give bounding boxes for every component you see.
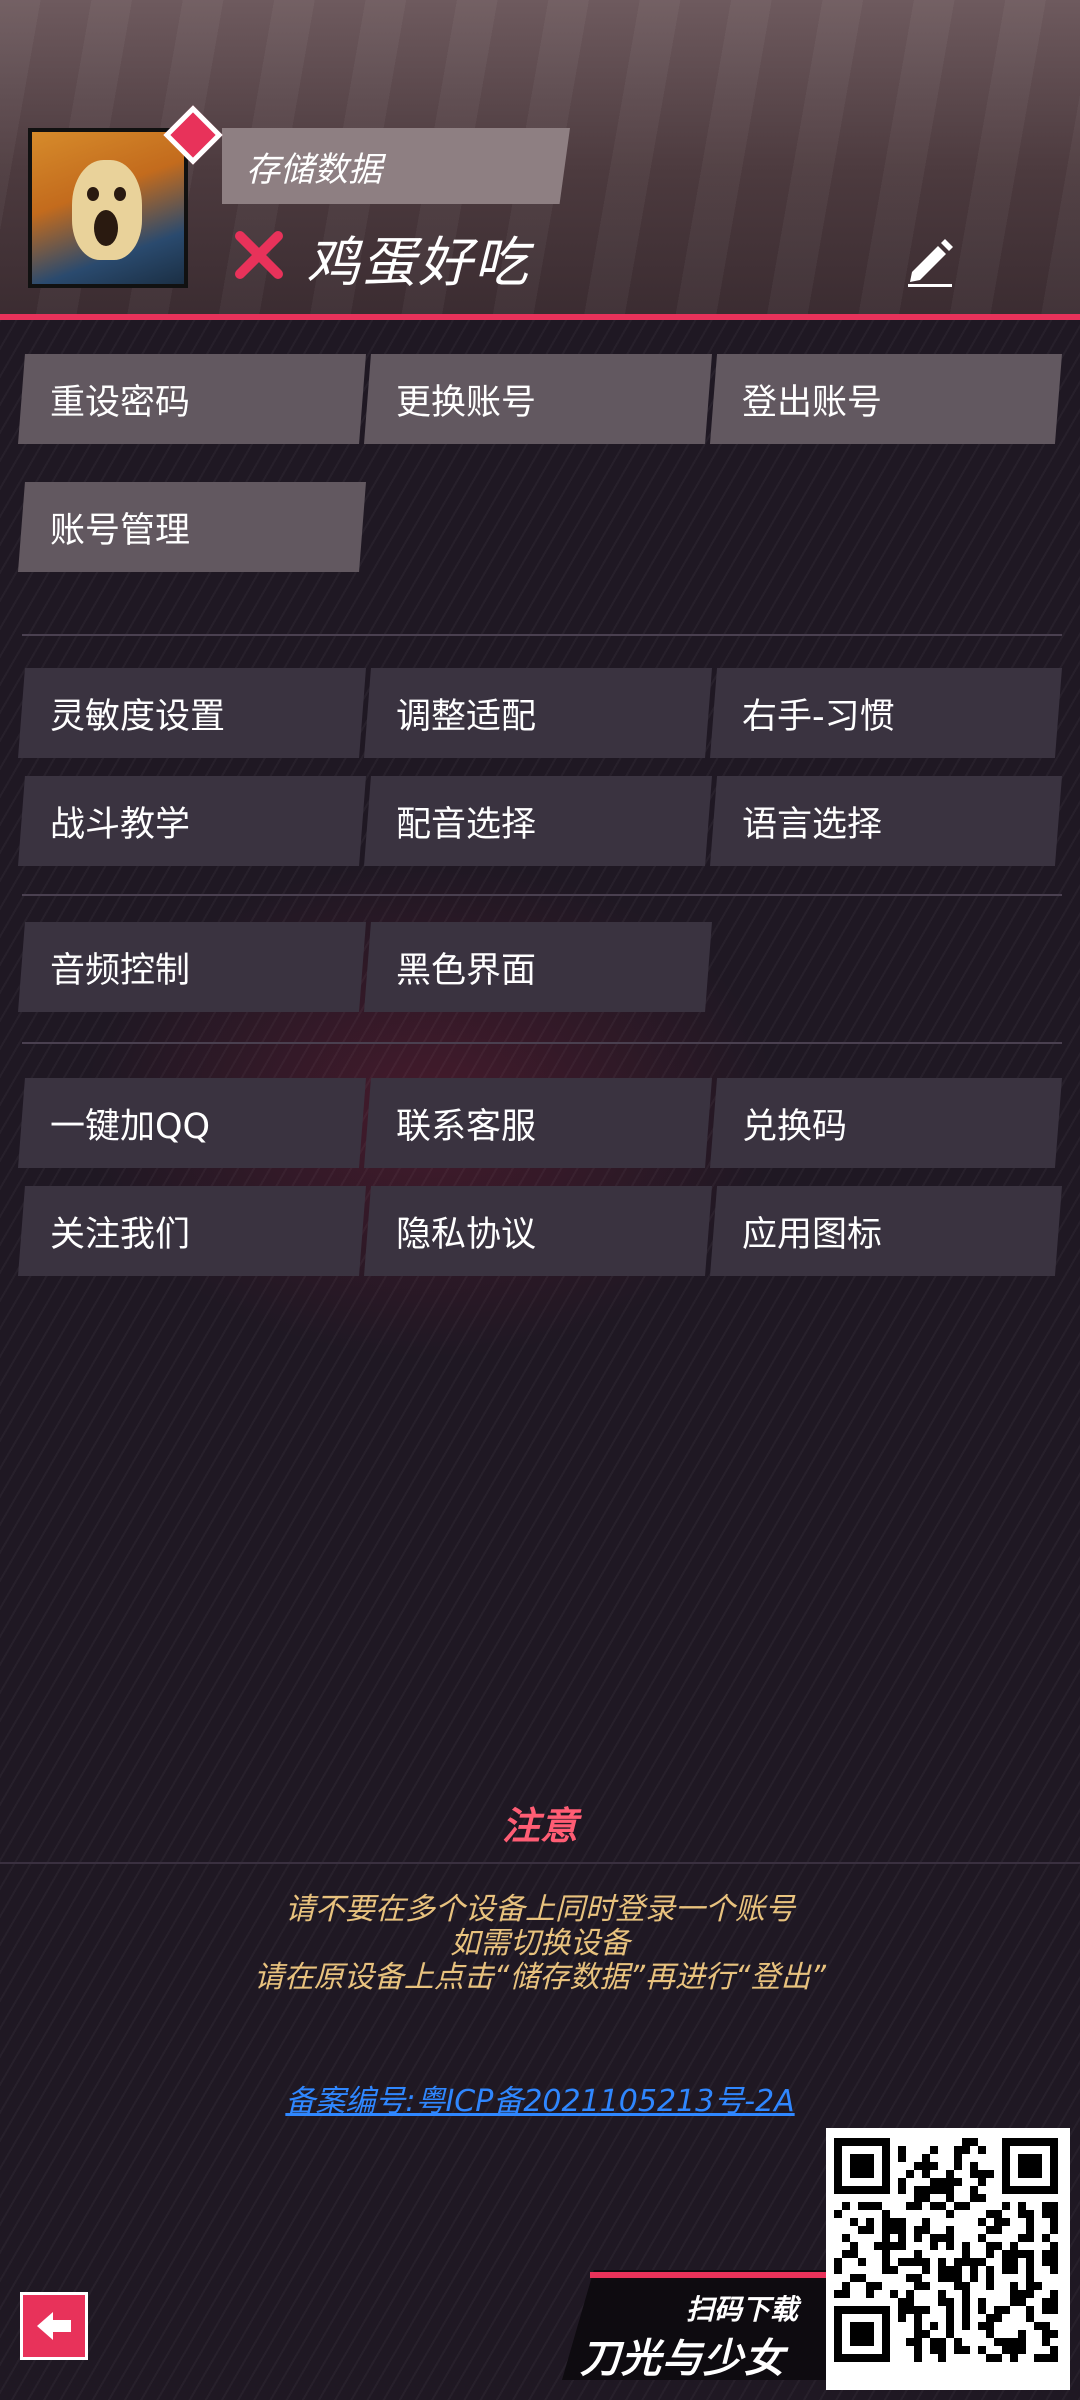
save-data-label: 存储数据: [246, 150, 382, 190]
sensitivity-settings-button[interactable]: 灵敏度设置: [18, 668, 366, 758]
qr-code: [826, 2128, 1070, 2390]
divider: [22, 894, 1062, 896]
promo-game-title: 刀光与少女: [580, 2336, 785, 2382]
contact-support-button[interactable]: 联系客服: [364, 1078, 712, 1168]
back-button[interactable]: [20, 2292, 88, 2360]
account-management-button[interactable]: 账号管理: [18, 482, 366, 572]
join-qq-button[interactable]: 一键加QQ: [18, 1078, 366, 1168]
adjust-adaptation-button[interactable]: 调整适配: [364, 668, 712, 758]
profile-header: 存储数据 鸡蛋好吃: [0, 0, 1080, 320]
voice-selection-button[interactable]: 配音选择: [364, 776, 712, 866]
icp-link[interactable]: 备案编号:粤ICP备2021105213号-2A: [0, 2076, 1080, 2120]
avatar[interactable]: [28, 128, 188, 288]
promo-accent-bar: [590, 2272, 826, 2278]
save-data-button[interactable]: 存储数据: [222, 128, 570, 204]
divider: [22, 634, 1062, 636]
notice-divider: [0, 1862, 1080, 1864]
app-icon-button[interactable]: 应用图标: [710, 1186, 1062, 1276]
pencil-edit-icon[interactable]: [902, 232, 958, 288]
divider: [22, 1042, 1062, 1044]
switch-account-button[interactable]: 更换账号: [364, 354, 712, 444]
promo-scan-text: 扫码下载: [686, 2293, 799, 2326]
username: 鸡蛋好吃: [306, 231, 530, 294]
privacy-policy-button[interactable]: 隐私协议: [364, 1186, 712, 1276]
redeem-code-button[interactable]: 兑换码: [710, 1078, 1062, 1168]
arrow-left-icon: [37, 2312, 71, 2340]
combat-tutorial-button[interactable]: 战斗教学: [18, 776, 366, 866]
language-selection-button[interactable]: 语言选择: [710, 776, 1062, 866]
right-hand-habit-button[interactable]: 右手-习惯: [710, 668, 1062, 758]
follow-us-button[interactable]: 关注我们: [18, 1186, 366, 1276]
audio-control-button[interactable]: 音频控制: [18, 922, 366, 1012]
dark-interface-button[interactable]: 黑色界面: [364, 922, 712, 1012]
notice-title: 注意: [501, 1804, 578, 1848]
logout-account-button[interactable]: 登出账号: [710, 354, 1062, 444]
notice-line: 请在原设备上点击“储存数据”再进行“登出”: [253, 1960, 827, 1995]
close-x-icon: [235, 231, 283, 279]
reset-password-button[interactable]: 重设密码: [18, 354, 366, 444]
